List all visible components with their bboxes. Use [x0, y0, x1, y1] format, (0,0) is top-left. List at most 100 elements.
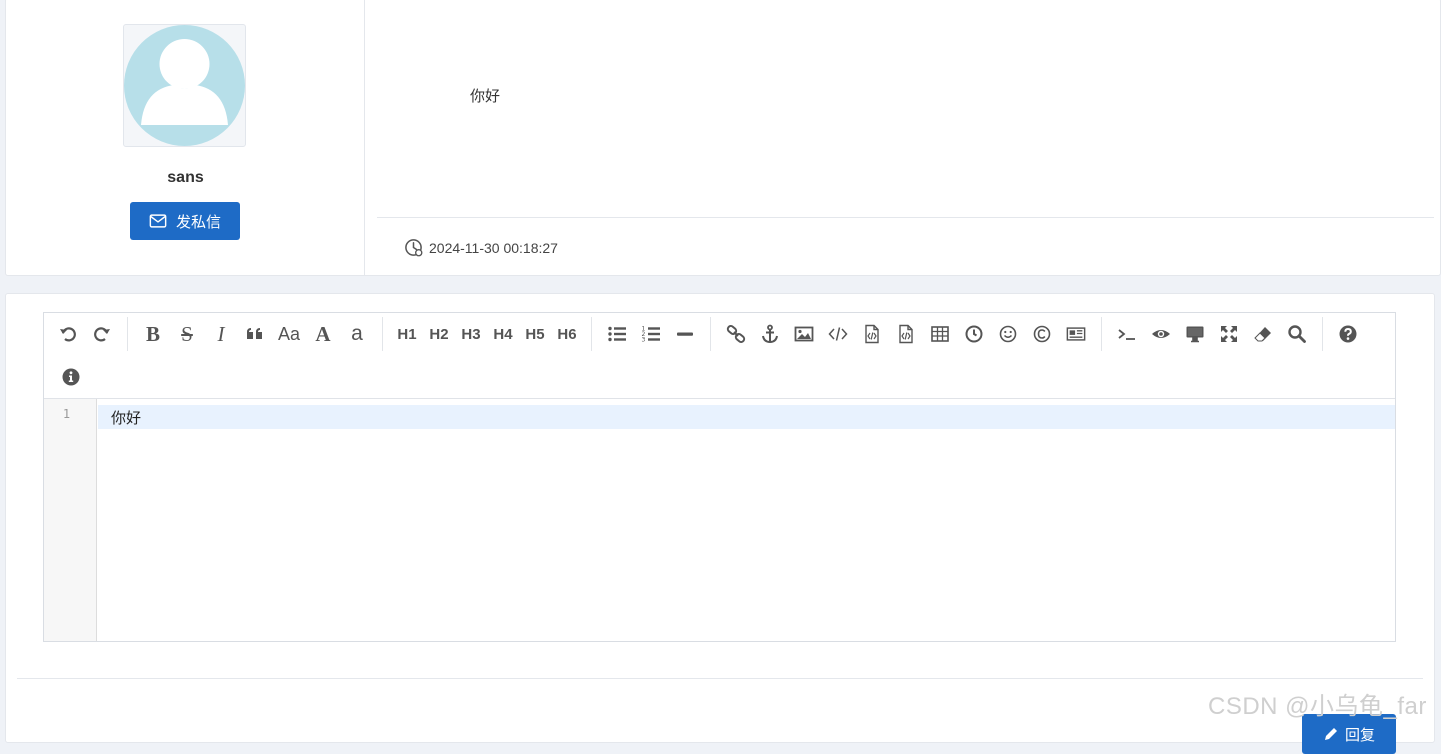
avatar[interactable] [123, 24, 246, 147]
search-button[interactable] [1280, 319, 1314, 349]
h4-button[interactable]: H4 [487, 319, 519, 349]
h2-label: H2 [429, 325, 449, 343]
pagebreak-button[interactable] [1059, 319, 1093, 349]
ordered-list-button[interactable]: 123 [634, 319, 668, 349]
file-code-icon [865, 324, 879, 344]
list-ol-icon: 123 [642, 326, 660, 344]
question-circle-icon [1339, 325, 1357, 343]
reply-card: B S I Aa A a H1 H2 H3 H4 H5 H6 1 2 3 1 你… [5, 293, 1435, 754]
inline-code-button[interactable] [821, 319, 855, 349]
undo-icon [60, 327, 76, 342]
watch-button[interactable] [1144, 319, 1178, 349]
post-timestamp-text: 2024-11-30 00:18:27 [429, 239, 558, 256]
image-button[interactable] [787, 319, 821, 349]
eye-icon [1152, 330, 1170, 338]
undo-button[interactable] [51, 319, 85, 349]
editor-code-area[interactable]: 1 你好 [44, 399, 1395, 641]
send-private-message-button[interactable]: 发私信 [130, 202, 240, 240]
h4-label: H4 [493, 325, 513, 343]
html-entities-button[interactable] [1025, 319, 1059, 349]
code-icon [828, 327, 848, 341]
h5-button[interactable]: H5 [519, 319, 551, 349]
strikethrough-label: S [181, 321, 193, 346]
h3-button[interactable]: H3 [455, 319, 487, 349]
svg-text:3: 3 [642, 337, 646, 344]
toolbar-separator [710, 317, 711, 351]
clock-icon [405, 239, 423, 257]
post-content-panel: 你好 2024-11-30 00:18:27 [366, 0, 1440, 275]
active-line-highlight [98, 405, 1395, 429]
line-number-gutter: 1 [44, 399, 97, 641]
h1-button[interactable]: H1 [391, 319, 423, 349]
watermark: CSDN @小乌龟_far [1208, 693, 1427, 720]
author-name[interactable]: sans [6, 169, 365, 187]
table-button[interactable] [923, 319, 957, 349]
help-button[interactable] [1331, 319, 1365, 349]
post-timestamp: 2024-11-30 00:18:27 [404, 238, 558, 257]
link-icon [726, 325, 746, 343]
clock-icon [965, 325, 983, 343]
post-card: sans 发私信 你好 2024-11-30 00:18:27 [5, 0, 1441, 276]
desktop-icon [1186, 326, 1204, 343]
uppercase-button[interactable]: Aa [272, 319, 306, 349]
capitalize-button[interactable]: A [306, 319, 340, 349]
preview-button[interactable] [1178, 319, 1212, 349]
h2-button[interactable]: H2 [423, 319, 455, 349]
bold-button[interactable]: B [136, 319, 170, 349]
copyright-icon [1033, 325, 1051, 343]
image-icon [794, 326, 814, 342]
toolbar-row-1: B S I Aa A a H1 H2 H3 H4 H5 H6 1 2 3 [44, 313, 1395, 355]
h3-label: H3 [461, 325, 481, 343]
info-button[interactable] [54, 362, 88, 392]
toolbar-separator [1322, 317, 1323, 351]
redo-button[interactable] [85, 319, 119, 349]
lowercase-button[interactable]: a [340, 319, 374, 349]
lowercase-label: a [351, 322, 363, 345]
horizontal-rule-button[interactable] [668, 319, 702, 349]
list-ul-icon [608, 326, 626, 342]
capitalize-label: A [315, 321, 331, 346]
smile-icon [999, 325, 1017, 343]
h1-label: H1 [397, 325, 417, 343]
emoji-button[interactable] [991, 319, 1025, 349]
italic-button[interactable]: I [204, 319, 238, 349]
line-number: 1 [62, 407, 71, 421]
h6-button[interactable]: H6 [551, 319, 583, 349]
h6-label: H6 [557, 325, 577, 343]
goto-line-button[interactable] [1110, 319, 1144, 349]
quote-button[interactable] [238, 319, 272, 349]
file-code-alt-icon [899, 324, 913, 344]
post-body: 你好 [470, 88, 501, 105]
fullscreen-button[interactable] [1212, 319, 1246, 349]
newspaper-icon [1066, 327, 1086, 341]
toolbar-separator [127, 317, 128, 351]
clear-button[interactable] [1246, 319, 1280, 349]
link-button[interactable] [719, 319, 753, 349]
redo-icon [94, 327, 110, 342]
h5-label: H5 [525, 325, 545, 343]
code-block-button[interactable] [855, 319, 889, 349]
preformatted-text-button[interactable] [889, 319, 923, 349]
toolbar-row-2 [44, 356, 1395, 398]
info-circle-icon [62, 368, 80, 386]
quote-icon [247, 328, 262, 339]
toolbar-separator [1101, 317, 1102, 351]
unordered-list-button[interactable] [600, 319, 634, 349]
markdown-editor: B S I Aa A a H1 H2 H3 H4 H5 H6 1 2 3 1 你… [43, 312, 1396, 642]
send-private-message-label: 发私信 [175, 213, 221, 231]
toolbar-separator [382, 317, 383, 351]
anchor-button[interactable] [753, 319, 787, 349]
minus-icon [677, 332, 693, 336]
search-icon [1288, 325, 1306, 343]
datetime-button[interactable] [957, 319, 991, 349]
terminal-icon [1118, 329, 1135, 340]
italic-label: I [217, 321, 225, 346]
expand-icon [1221, 326, 1237, 342]
default-user-avatar-icon [124, 25, 245, 146]
strikethrough-button[interactable]: S [170, 319, 204, 349]
post-divider [377, 217, 1434, 218]
eraser-icon [1254, 327, 1271, 342]
editor-line-text[interactable]: 你好 [111, 407, 141, 428]
uppercase-label: Aa [277, 323, 301, 344]
author-panel: sans 发私信 [6, 0, 365, 275]
